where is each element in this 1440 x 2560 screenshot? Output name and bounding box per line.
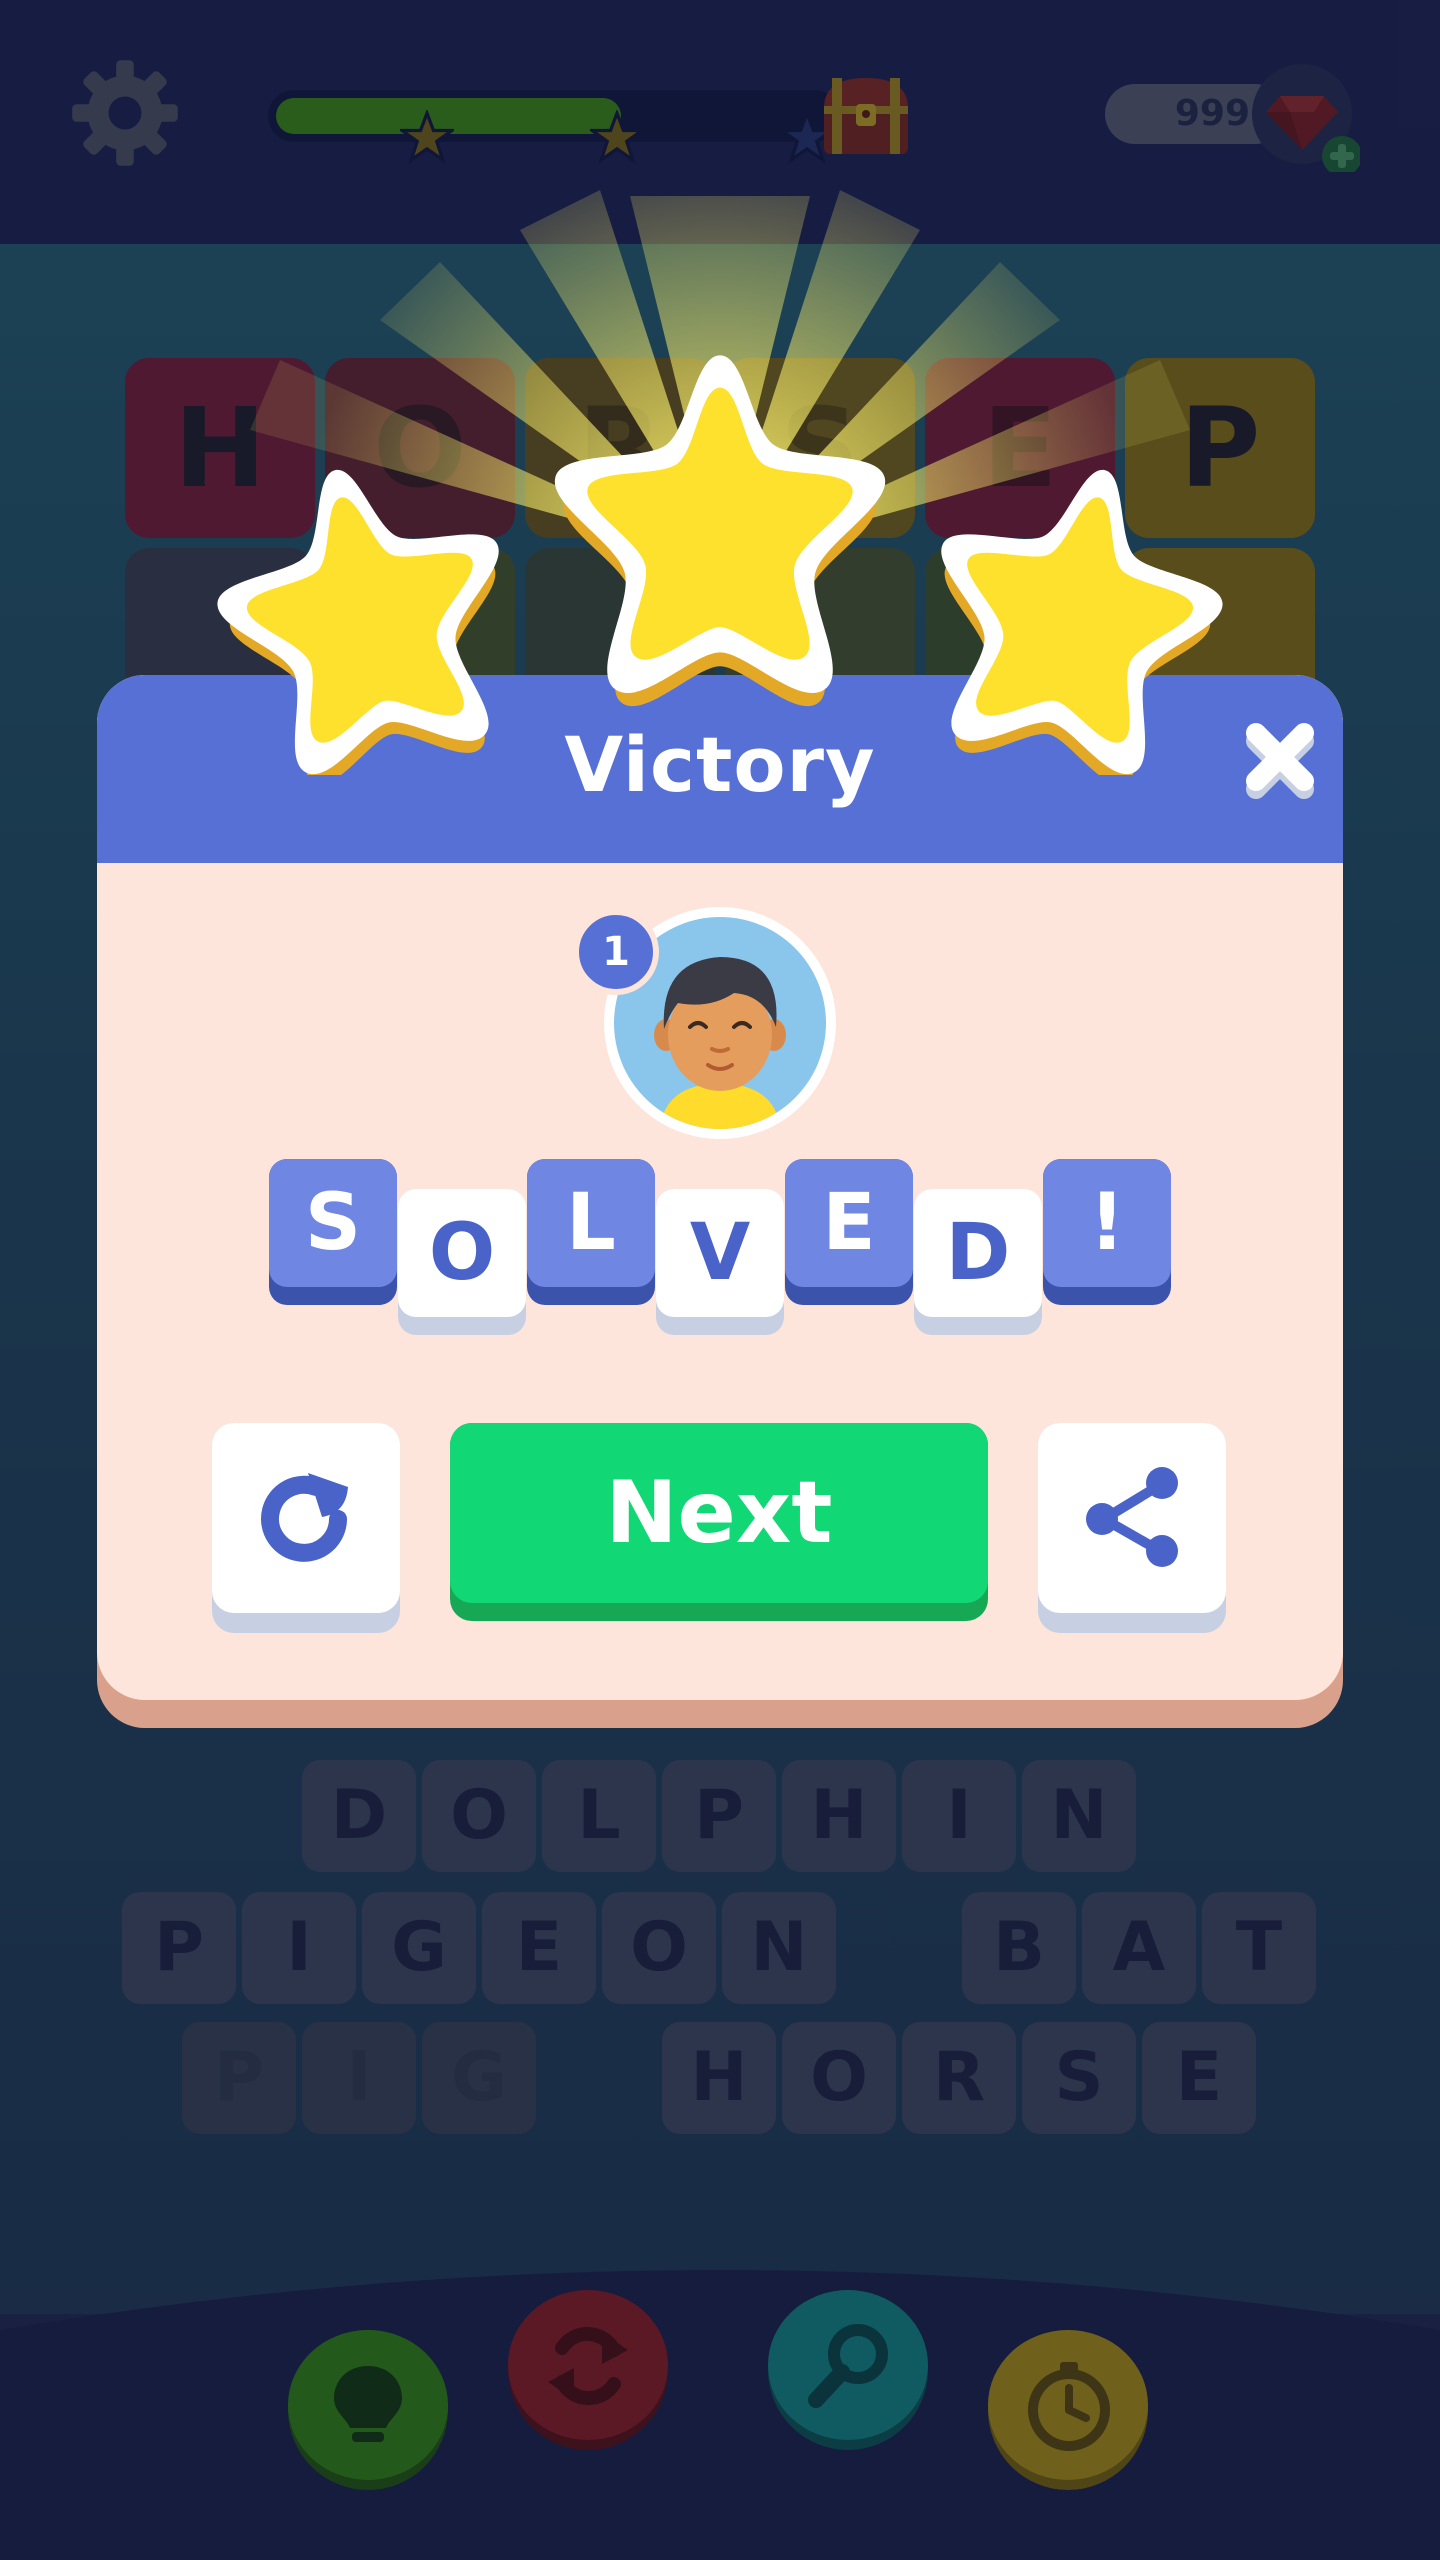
solved-letter: L — [527, 1159, 655, 1287]
solved-letter-tile: V — [656, 1189, 784, 1335]
solved-letter-tile: O — [398, 1189, 526, 1335]
solved-letter: D — [914, 1189, 1042, 1317]
share-icon — [1086, 1467, 1178, 1567]
solved-letter-tile: L — [527, 1159, 655, 1305]
solved-letter-tile: D — [914, 1189, 1042, 1335]
replay-button[interactable] — [212, 1423, 400, 1633]
solved-letter: ! — [1043, 1159, 1171, 1287]
solved-letter: O — [398, 1189, 526, 1317]
close-icon[interactable] — [1240, 715, 1320, 805]
solved-letter: S — [269, 1159, 397, 1287]
replay-icon — [261, 1473, 348, 1562]
victory-dialog: Victory 1 S O L V E D ! Next — [97, 675, 1343, 1728]
next-button[interactable]: Next — [450, 1423, 988, 1621]
solved-letter-tile: E — [785, 1159, 913, 1305]
earned-star-right — [941, 470, 1223, 775]
earned-star-left — [217, 470, 499, 775]
victory-dialog-body: Victory 1 S O L V E D ! Next — [97, 675, 1343, 1700]
solved-letter-tile: ! — [1043, 1159, 1171, 1305]
next-button-label: Next — [450, 1423, 988, 1603]
share-button[interactable] — [1038, 1423, 1226, 1633]
solved-letter-tile: S — [269, 1159, 397, 1305]
solved-letter: V — [656, 1189, 784, 1317]
solved-letter: E — [785, 1159, 913, 1287]
earned-star-center — [554, 355, 886, 707]
rank-badge: 1 — [573, 909, 659, 995]
